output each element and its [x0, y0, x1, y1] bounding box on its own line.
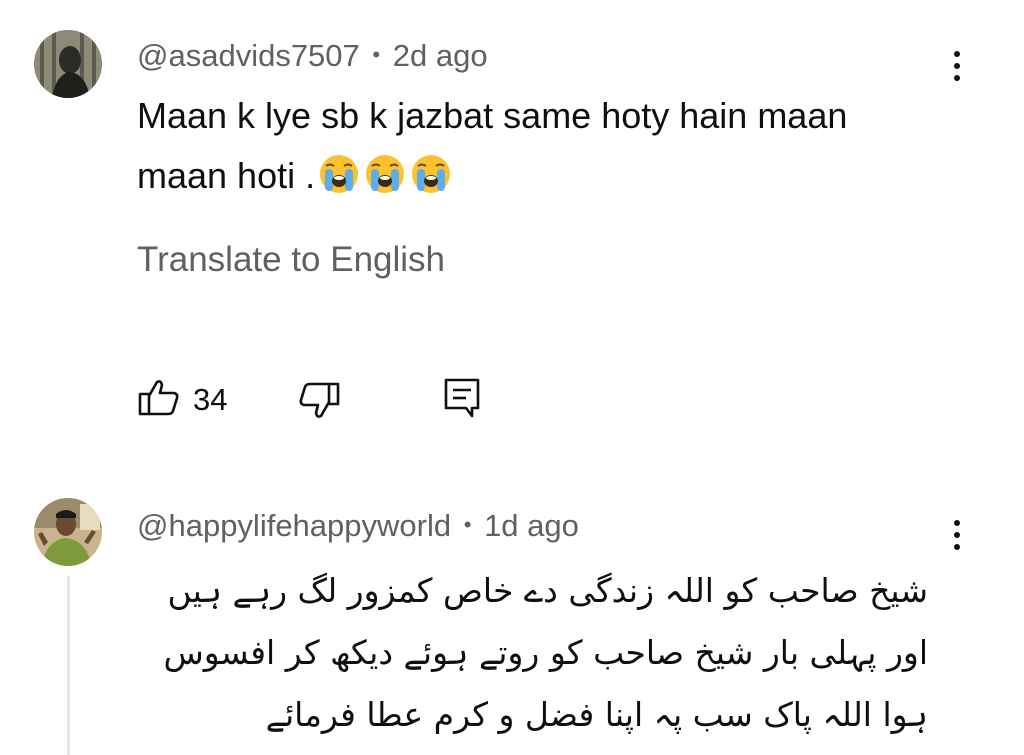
loudly-crying-face-icon	[366, 155, 405, 193]
thumbs-down-icon[interactable]	[297, 378, 341, 422]
comment-time: 1d ago	[484, 508, 579, 543]
comment-time: 2d ago	[392, 38, 488, 73]
emoji-group	[315, 155, 453, 196]
comment-item: @asadvids7507 • 2d ago Maan k lye sb k j…	[0, 0, 1024, 470]
comment-text: شیخ صاحب کو اللہ زندگی دے خاص کمزور لگ ر…	[128, 560, 929, 746]
avatar[interactable]	[34, 498, 102, 566]
author-handle[interactable]: @asadvids7507	[137, 38, 360, 73]
comment-text: Maan k lye sb k jazbat same hoty hain ma…	[137, 86, 937, 206]
more-vert-icon[interactable]	[942, 515, 972, 555]
translate-link[interactable]: Translate to English	[137, 240, 445, 280]
more-vert-icon[interactable]	[942, 46, 972, 86]
author-handle[interactable]: @happylifehappyworld	[137, 508, 451, 543]
comments-section: @asadvids7507 • 2d ago Maan k lye sb k j…	[0, 0, 1024, 755]
loudly-crying-face-icon	[320, 155, 359, 193]
comment-text-line: ہوا اللہ پاک سب پہ اپنا فضل و کرم عطا فر…	[265, 695, 928, 734]
comment-text-line: اور پہلی بار شیخ صاحب کو روتے ہوئے دیکھ …	[163, 633, 929, 672]
comment-meta: @asadvids7507 • 2d ago	[137, 38, 488, 74]
like-count: 34	[193, 382, 228, 417]
reply-comment-icon[interactable]	[440, 376, 484, 420]
meta-separator: •	[463, 512, 472, 537]
thread-line	[67, 576, 70, 755]
loudly-crying-face-icon	[412, 155, 451, 193]
comment-text-line: شیخ صاحب کو اللہ زندگی دے خاص کمزور لگ ر…	[167, 571, 928, 610]
thumbs-up-icon[interactable]	[137, 376, 181, 420]
meta-separator: •	[372, 42, 381, 67]
comment-item: @happylifehappyworld • 1d ago شیخ صاحب ک…	[0, 470, 1024, 755]
comment-text-content: Maan k lye sb k jazbat same hoty hain ma…	[137, 95, 848, 196]
comment-meta: @happylifehappyworld • 1d ago	[137, 508, 579, 544]
avatar[interactable]	[34, 30, 102, 98]
